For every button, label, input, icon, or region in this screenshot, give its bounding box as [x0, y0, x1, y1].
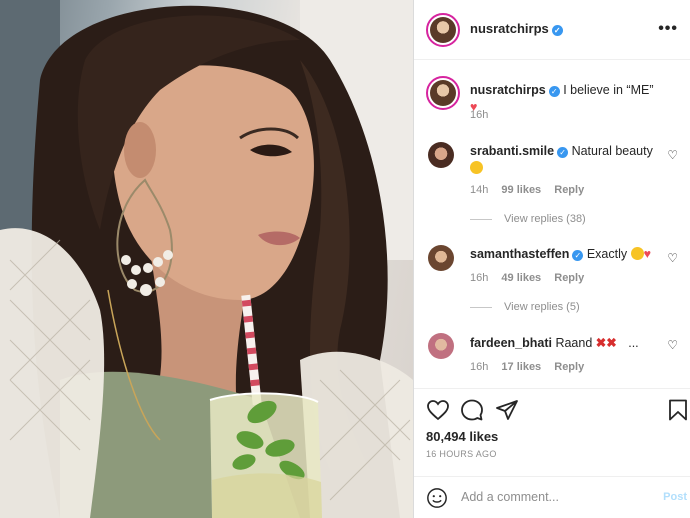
comment-likes[interactable]: 99 likes	[501, 184, 541, 196]
post-side-panel: nusratchirps ✓ ••• nusratchirps ✓ I believ…	[414, 0, 690, 518]
view-replies[interactable]: View replies (38)	[470, 213, 586, 225]
comment-item: fardeen_bhati Raand ✖✖ ... ♡ 16h 17 like…	[414, 332, 690, 382]
view-replies-label[interactable]: View replies (5)	[504, 301, 580, 313]
caption-username[interactable]: nusratchirps	[470, 83, 546, 97]
comment-text: srabanti.smile ✓ Natural beauty	[470, 143, 660, 177]
comment-bubble-icon[interactable]	[460, 398, 484, 422]
clapping-hands-emoji-icon	[630, 247, 644, 260]
comment-more-icon[interactable]: ...	[628, 336, 638, 350]
comment-meta: 16h 49 likes Reply	[470, 272, 594, 284]
verified-icon: ✓	[551, 25, 563, 36]
comment-text: fardeen_bhati Raand ✖✖ ...	[470, 335, 660, 352]
caption-avatar[interactable]	[430, 80, 456, 106]
emoji-smiley-icon[interactable]	[426, 487, 448, 509]
comment-time[interactable]: 16h	[470, 272, 488, 284]
author-username-header[interactable]: nusratchirps ✓	[470, 21, 563, 36]
comment-input[interactable]: Add a comment...	[461, 490, 559, 504]
commenter-username[interactable]: fardeen_bhati	[470, 336, 552, 350]
verified-icon: ✓	[548, 86, 560, 97]
like-comment-heart-icon[interactable]: ♡	[667, 148, 678, 162]
author-avatar[interactable]	[430, 17, 456, 43]
comment-likes[interactable]: 17 likes	[501, 361, 541, 373]
reply-button[interactable]: Reply	[554, 361, 584, 373]
comment-meta: 14h 99 likes Reply	[470, 184, 594, 196]
commenter-username[interactable]: srabanti.smile	[470, 144, 554, 158]
author-name[interactable]: nusratchirps	[470, 21, 549, 36]
post-header: nusratchirps ✓ •••	[414, 0, 690, 60]
replies-line	[470, 306, 492, 308]
heart-eyes-emoji-icon	[470, 161, 483, 174]
caption-avatar-ring[interactable]	[426, 76, 460, 110]
comment-body: Natural beauty	[571, 144, 653, 158]
comment-meta: 16h 17 likes Reply	[470, 361, 594, 373]
comment-body: Raand	[555, 336, 593, 350]
commenter-username[interactable]: samanthasteffen	[470, 247, 569, 261]
comment-time[interactable]: 14h	[470, 184, 488, 196]
verified-icon: ✓	[557, 147, 569, 158]
like-comment-heart-icon[interactable]: ♡	[667, 338, 678, 352]
comment-likes[interactable]: 49 likes	[501, 272, 541, 284]
portrait-image	[0, 0, 413, 518]
post-comment-button[interactable]: Post	[663, 491, 687, 503]
cross-mark-icon: ✖✖	[595, 336, 617, 350]
verified-icon: ✓	[572, 250, 584, 261]
like-heart-icon[interactable]	[426, 398, 450, 422]
share-send-icon[interactable]	[495, 398, 519, 422]
reply-button[interactable]: Reply	[554, 272, 584, 284]
view-replies[interactable]: View replies (5)	[470, 301, 580, 313]
comment-time[interactable]: 16h	[470, 361, 488, 373]
comment-text: samanthasteffen ✓ Exactly ♥	[470, 246, 660, 263]
author-avatar-ring[interactable]	[426, 13, 460, 47]
caption-time[interactable]: 16h	[470, 109, 488, 121]
save-bookmark-icon[interactable]	[666, 398, 690, 422]
comment-item: samanthasteffen ✓ Exactly ♥ ♡ 16h 49 like…	[414, 243, 690, 323]
commenter-avatar[interactable]	[428, 333, 454, 359]
reply-button[interactable]: Reply	[554, 184, 584, 196]
caption-text: nusratchirps ✓ I believe in “ME” ♥	[470, 82, 660, 116]
add-comment-bar: Add a comment... Post	[414, 476, 690, 518]
caption-body: I believe in “ME”	[563, 83, 654, 97]
caption: nusratchirps ✓ I believe in “ME” ♥ 16h	[414, 72, 690, 132]
replies-line	[470, 218, 492, 220]
more-options-icon[interactable]: •••	[658, 20, 678, 38]
caption-meta: 16h	[470, 109, 498, 121]
like-comment-heart-icon[interactable]: ♡	[667, 251, 678, 265]
post-photo[interactable]	[0, 0, 413, 518]
post-timestamp[interactable]: 16 HOURS AGO	[426, 449, 497, 459]
post-likes-count[interactable]: 80,494 likes	[426, 429, 498, 444]
comment-item: srabanti.smile ✓ Natural beauty ♡ 14h 99 …	[414, 140, 690, 230]
comment-body: Exactly	[586, 247, 628, 261]
red-heart-icon: ♥	[643, 247, 652, 261]
commenter-avatar[interactable]	[428, 142, 454, 168]
post-actions: 80,494 likes 16 HOURS AGO Add a comment.…	[414, 388, 690, 518]
view-replies-label[interactable]: View replies (38)	[504, 213, 586, 225]
commenter-avatar[interactable]	[428, 245, 454, 271]
